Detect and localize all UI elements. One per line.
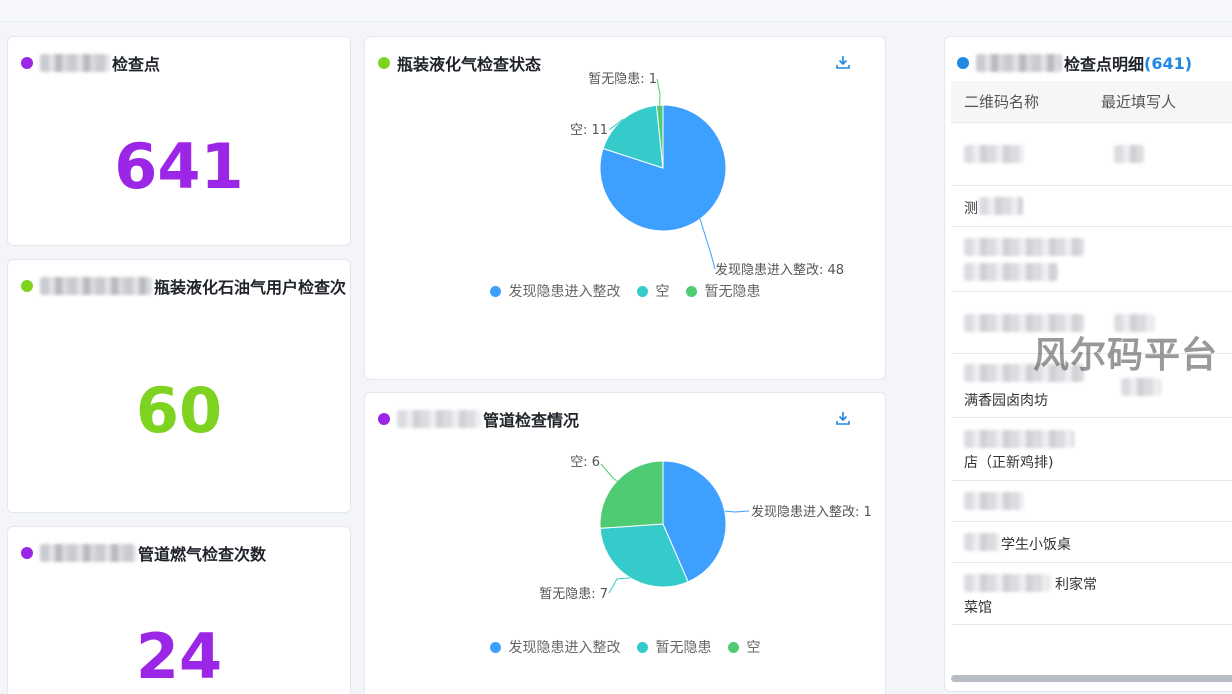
legend-item[interactable]: 暂无隐患: [636, 637, 712, 657]
horizontal-scrollbar[interactable]: [951, 675, 1232, 682]
card-title-text: 管道燃气检查次数: [138, 545, 267, 564]
legend-swatch: [489, 285, 501, 297]
pie-chart-lpg-status: 发现隐患进入整改: 48 空: 11 暂无隐患: 1: [570, 72, 844, 278]
legend-label: 发现隐患进入整改: [508, 640, 621, 656]
card-title-count: (641): [1144, 53, 1193, 73]
chart-legend: 发现隐患进入整改 暂无隐患 空: [365, 637, 885, 657]
card-title-text: 检查点: [112, 55, 161, 74]
table-row[interactable]: 学生小饭桌: [951, 522, 1232, 563]
card-title: 检查点: [21, 51, 160, 75]
title-dot-icon: [21, 57, 33, 69]
legend-swatch: [727, 641, 739, 653]
legend-item[interactable]: 暂无隐患: [685, 281, 761, 301]
table-row[interactable]: 测: [951, 186, 1232, 227]
legend-label: 空: [655, 284, 670, 300]
slice-data-label: 发现隐患进入整改: 1: [751, 504, 872, 520]
table-row[interactable]: 店（正新鸡排): [951, 418, 1232, 481]
top-bar: [0, 0, 1232, 22]
redacted-text: [964, 430, 1074, 448]
column-header-last-filler: 最近填写人: [1101, 93, 1177, 111]
label-leader-line: [699, 218, 716, 270]
legend-label: 暂无隐患: [655, 640, 712, 656]
stat-value: 641: [114, 130, 244, 203]
table-row[interactable]: [951, 481, 1232, 522]
card-title-text: 瓶装液化石油气用户检查次: [154, 278, 347, 297]
card-title-text: 检查点明细: [1064, 55, 1145, 74]
legend-swatch: [489, 641, 501, 653]
slice-data-label: 暂无隐患: 7: [539, 587, 608, 602]
chart-legend: 发现隐患进入整改 空 暂无隐患: [365, 281, 885, 301]
legend-swatch: [685, 285, 697, 297]
card-title: 瓶装液化石油气用户检查次: [21, 274, 346, 298]
redacted-text: [40, 544, 136, 562]
title-dot-icon: [957, 57, 969, 69]
redacted-text: [964, 238, 1084, 256]
legend-label: 暂无隐患: [704, 284, 761, 300]
watermark: 风尔码平台: [1033, 335, 1219, 376]
table-row[interactable]: [951, 227, 1232, 292]
legend-item[interactable]: 发现隐患进入整改: [489, 637, 621, 657]
redacted-text: [964, 533, 1000, 551]
legend-item[interactable]: 空: [636, 281, 670, 301]
stat-card-checkpoints: 检查点 641: [7, 36, 351, 246]
cell-name: 测: [964, 201, 978, 217]
cell-name: 满香园卤肉坊: [964, 393, 1048, 409]
cell-name-line2: 菜馆: [964, 600, 992, 616]
redacted-text: [40, 54, 110, 72]
cell-name: 学生小饭桌: [1001, 537, 1071, 553]
legend-swatch: [636, 641, 648, 653]
table-row[interactable]: [951, 123, 1232, 186]
title-dot-icon: [21, 547, 33, 559]
stat-value: 60: [135, 374, 223, 447]
legend-item[interactable]: 发现隐患进入整改: [489, 281, 621, 301]
redacted-text: [964, 263, 1058, 281]
cell-name-line2: 店（正新鸡排): [964, 455, 1054, 471]
label-leader-line: [600, 463, 618, 482]
slice-data-label: 暂无隐患: 1: [588, 72, 657, 87]
stat-value: 24: [135, 620, 223, 693]
cell-name: 利家常: [1055, 577, 1097, 593]
legend-label: 发现隐患进入整改: [508, 284, 621, 300]
column-header-qr-name: 二维码名称: [964, 93, 1040, 111]
redacted-text: [979, 197, 1023, 215]
redacted-text: [964, 492, 1024, 510]
label-leader-line: [724, 510, 750, 513]
redacted-text: [40, 277, 152, 295]
redacted-text: [1114, 145, 1144, 163]
slice-data-label: 空: 6: [570, 455, 600, 470]
redacted-text: [964, 145, 1024, 163]
card-title: 检查点明细 (641): [957, 51, 1192, 75]
label-leader-line: [656, 78, 661, 106]
stat-card-lpg-checks: 瓶装液化石油气用户检查次 60: [7, 259, 351, 513]
label-leader-line: [608, 577, 631, 594]
legend-item[interactable]: 空: [727, 637, 761, 657]
redacted-text: [976, 54, 1062, 72]
slice-data-label: 发现隐患进入整改: 48: [715, 262, 844, 278]
slice-data-label: 空: 11: [570, 123, 608, 138]
redacted-text: [1121, 378, 1161, 396]
pie-card-pipe-status: 管道检查情况 发现隐患进入整改: 1 暂无隐患: 7 空: 6 发现隐患进入整改 暂…: [364, 392, 886, 694]
table-row[interactable]: 利家常 菜馆: [951, 563, 1232, 625]
title-dot-icon: [21, 280, 33, 292]
legend-label: 空: [746, 640, 761, 656]
table-header: 二维码名称 最近填写人: [951, 81, 1232, 123]
stat-card-pipe-gas-checks: 管道燃气检查次数 24: [7, 526, 351, 694]
legend-swatch: [636, 285, 648, 297]
pie-slice[interactable]: [599, 460, 664, 529]
redacted-text: [964, 574, 1050, 592]
pie-card-lpg-status: 瓶装液化气检查状态 发现隐患进入整改: 48 空: 11 暂无隐患: 1 发现隐患进…: [364, 36, 886, 380]
pie-chart-pipe-status: 发现隐患进入整改: 1 暂无隐患: 7 空: 6: [539, 455, 872, 602]
card-title: 管道燃气检查次数: [21, 541, 266, 565]
